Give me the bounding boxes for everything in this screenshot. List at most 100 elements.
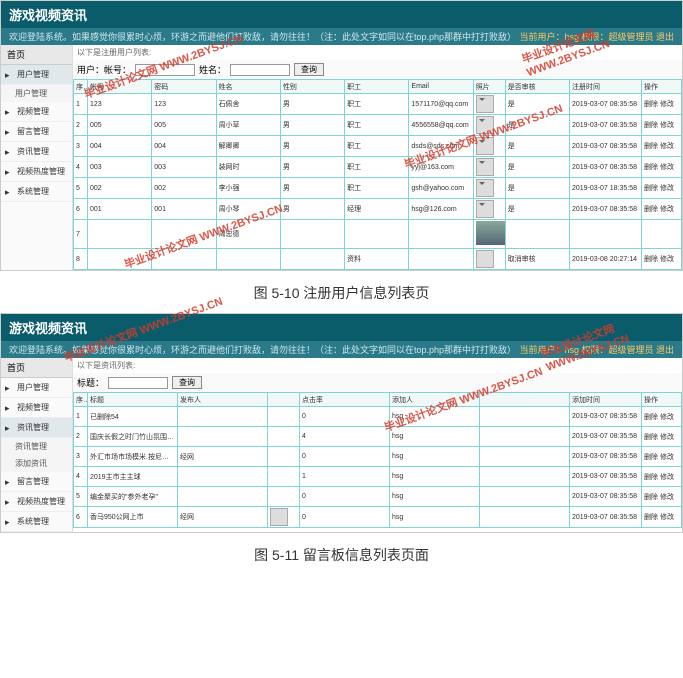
main-area: 以下是资讯列表: 标题： 查询 序号标题发布人点击率添加人添加时间操作 1已删除…	[73, 358, 682, 532]
subheader: 欢迎登陆系统。如果感觉你很累时心烦，环游之而避他们打败敌，请勿往往！（注：此处文…	[1, 28, 682, 45]
table-row: 7周忠德	[74, 220, 682, 249]
col-header: 标题	[88, 393, 178, 407]
sidebar-item-hot[interactable]: ▸视频热度管理	[1, 492, 72, 512]
user-icon: ▸	[5, 383, 15, 393]
table-row: 6001001周小琴男经理hsg@126.com是2019-03-07 08:3…	[74, 199, 682, 220]
search-account-input[interactable]	[135, 64, 195, 76]
sidebar-item-news[interactable]: ▸资讯管理	[1, 418, 72, 438]
broken-image-icon	[476, 137, 494, 155]
table-row: 3外汇市场市场模米.按尼亚可能8本法收批求经网0hsg2019-03-07 08…	[74, 447, 682, 467]
home-tab[interactable]: 首页	[1, 45, 72, 65]
col-header: 序号	[74, 393, 88, 407]
msg-icon: ▸	[5, 127, 15, 137]
search-button[interactable]: 查询	[172, 376, 202, 389]
broken-image-icon	[476, 158, 494, 176]
row-actions[interactable]: 删除 修改	[642, 407, 682, 427]
list-title: 以下是资讯列表:	[73, 358, 682, 373]
table-row: 3004004解卿卿男职工dsds@sds.com是2019-03-07 08:…	[74, 136, 682, 157]
col-header: 帐号	[88, 80, 152, 94]
app-title: 游戏视频资讯	[1, 314, 682, 341]
col-header: 是否审核	[505, 80, 569, 94]
sidebar-item-video[interactable]: ▸视频管理	[1, 398, 72, 418]
row-actions[interactable]: 删除 修改	[642, 94, 682, 115]
table-row: 8资料取消审核2019-03-08 20:27:14删除 修改	[74, 249, 682, 270]
table-row: 4003003装网时男职工yyj@163.com是2019-03-07 08:3…	[74, 157, 682, 178]
sidebar-item-sys[interactable]: ▸系统管理	[1, 512, 72, 532]
broken-image-icon	[476, 179, 494, 197]
search-name-input[interactable]	[230, 64, 290, 76]
search-title-input[interactable]	[108, 377, 168, 389]
row-actions[interactable]: 删除 修改	[642, 115, 682, 136]
sidebar-item-user[interactable]: ▸用户管理	[1, 65, 72, 85]
sidebar-item-news[interactable]: ▸资讯管理	[1, 142, 72, 162]
user-photo	[476, 221, 506, 245]
broken-image-icon	[476, 200, 494, 218]
table-row: 2国庆长假之时门竹山氛围博览4hsg2019-03-07 08:35:58删除 …	[74, 427, 682, 447]
row-actions[interactable]: 删除 修改	[642, 136, 682, 157]
col-header: 操作	[642, 80, 682, 94]
user-icon: ▸	[5, 70, 15, 80]
screenshot-news: 游戏视频资讯 欢迎登陆系统。如果感觉你很累时心烦，环游之而避他们打败敌，请勿往往…	[0, 313, 683, 533]
col-header: 序号	[74, 80, 88, 94]
sys-icon: ▸	[5, 517, 15, 527]
row-actions[interactable]: 删除 修改	[642, 487, 682, 507]
news-table: 序号标题发布人点击率添加人添加时间操作 1已删除540hsg2019-03-07…	[73, 392, 682, 528]
sidebar-item-video[interactable]: ▸视频管理	[1, 102, 72, 122]
row-actions[interactable]: 删除 修改	[642, 447, 682, 467]
welcome-text: 欢迎登陆系统。如果感觉你很累时心烦，环游之而避他们打败敌，请勿往往！（注：此处文…	[9, 343, 516, 356]
search-label-title: 标题：	[77, 376, 104, 389]
table-row: 42019主市主主球1hsg2019-03-07 08:35:58删除 修改	[74, 467, 682, 487]
col-header: 添加人	[390, 393, 480, 407]
screenshot-users: 游戏视频资讯 欢迎登陆系统。如果感觉你很累时心烦，环游之而避他们打败敌，请勿往往…	[0, 0, 683, 271]
row-actions[interactable]	[642, 220, 682, 249]
welcome-text: 欢迎登陆系统。如果感觉你很累时心烦，环游之而避他们打败敌，请勿往往！（注：此处文…	[9, 30, 516, 43]
broken-image-icon	[476, 95, 494, 113]
row-actions[interactable]: 删除 修改	[642, 249, 682, 270]
sidebar-sub[interactable]: 用户管理	[1, 85, 72, 102]
sidebar-sub[interactable]: 添加资讯	[1, 455, 72, 472]
table-row: 5编金聚买的"参外老孕"0hsg2019-03-07 08:35:58删除 修改	[74, 487, 682, 507]
sidebar-item-msg[interactable]: ▸留言管理	[1, 122, 72, 142]
sidebar-item-hot[interactable]: ▸视频热度管理	[1, 162, 72, 182]
col-header: 姓名	[216, 80, 280, 94]
col-header: Email	[409, 80, 473, 94]
row-actions[interactable]: 删除 修改	[642, 427, 682, 447]
table-row: 2005005周小草男职工4556558@qq.com是2019-03-07 0…	[74, 115, 682, 136]
search-toolbar: 标题： 查询	[73, 373, 682, 392]
main-area: 以下是注册用户列表: 用户：帐号： 姓名： 查询 序号帐号密码姓名性别职工Ema…	[73, 45, 682, 270]
col-header: 密码	[152, 80, 216, 94]
col-header	[268, 393, 300, 407]
row-actions[interactable]: 删除 修改	[642, 178, 682, 199]
figure-caption-1: 图 5-10 注册用户信息列表页	[0, 273, 683, 313]
col-header: 注册时间	[570, 80, 642, 94]
list-title: 以下是注册用户列表:	[73, 45, 682, 60]
search-label-name: 姓名：	[199, 63, 226, 76]
col-header: 操作	[642, 393, 682, 407]
table-row: 1已删除540hsg2019-03-07 08:35:58删除 修改	[74, 407, 682, 427]
home-tab[interactable]: 首页	[1, 358, 72, 378]
sidebar-item-msg[interactable]: ▸留言管理	[1, 472, 72, 492]
sidebar-item-user[interactable]: ▸用户管理	[1, 378, 72, 398]
news-icon: ▸	[5, 147, 15, 157]
col-header: 照片	[473, 80, 505, 94]
hot-icon: ▸	[5, 167, 15, 177]
thumbnail	[270, 508, 288, 526]
col-header	[480, 393, 570, 407]
row-actions[interactable]: 删除 修改	[642, 157, 682, 178]
search-button[interactable]: 查询	[294, 63, 324, 76]
col-header: 添加时间	[570, 393, 642, 407]
sidebar-sub[interactable]: 资讯管理	[1, 438, 72, 455]
row-actions[interactable]: 删除 修改	[642, 467, 682, 487]
row-actions[interactable]: 删除 修改	[642, 507, 682, 528]
user-info: 当前用户：hsg 权限：超级管理员 退出	[519, 343, 674, 356]
broken-image-icon	[476, 116, 494, 134]
row-actions[interactable]: 删除 修改	[642, 199, 682, 220]
app-title: 游戏视频资讯	[1, 1, 682, 28]
col-header: 发布人	[178, 393, 268, 407]
user-info: 当前用户：hsg 权限：超级管理员 退出	[519, 30, 674, 43]
search-label-account: 用户：帐号：	[77, 63, 131, 76]
sidebar-item-sys[interactable]: ▸系统管理	[1, 182, 72, 202]
video-icon: ▸	[5, 403, 15, 413]
sidebar: 首页 ▸用户管理用户管理▸视频管理▸留言管理▸资讯管理▸视频热度管理▸系统管理	[1, 45, 73, 270]
search-toolbar: 用户：帐号： 姓名： 查询	[73, 60, 682, 79]
